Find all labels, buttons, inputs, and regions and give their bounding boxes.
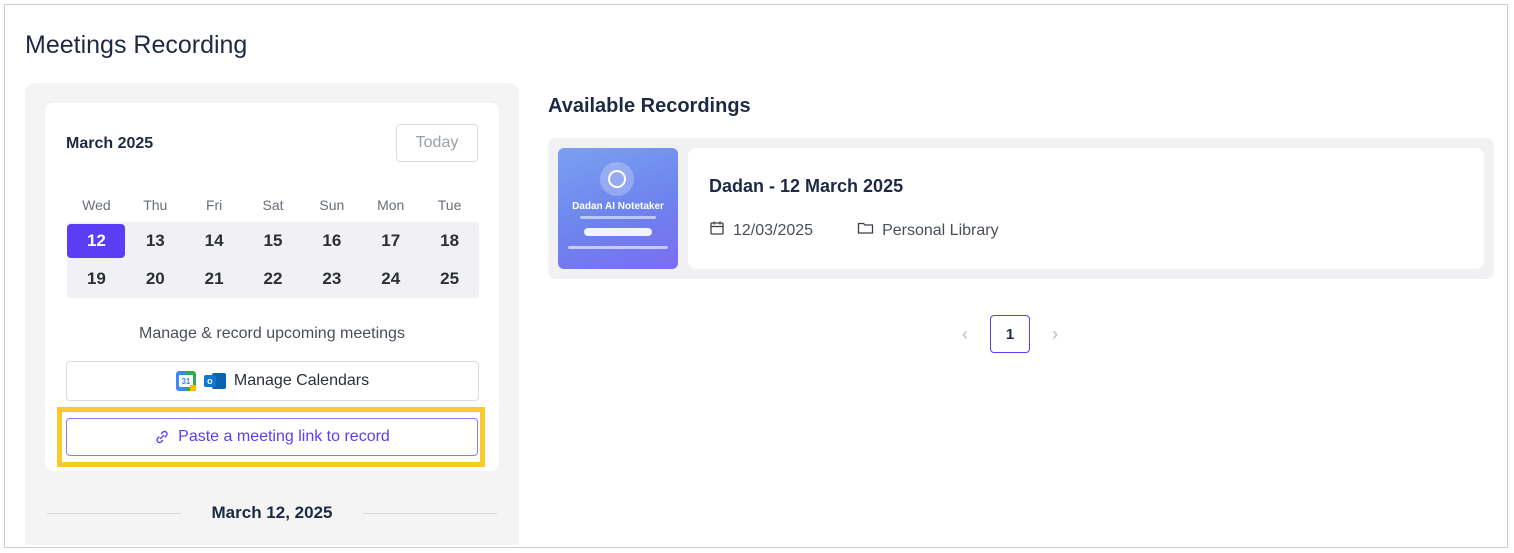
calendar-day[interactable]: 13 (126, 222, 185, 260)
calendar-day[interactable]: 25 (420, 260, 479, 298)
folder-icon (857, 220, 874, 241)
calendar-month-label: March 2025 (66, 135, 154, 152)
calendar-day[interactable]: 14 (185, 222, 244, 260)
app-frame: Meetings Recording March 2025 Today Wed … (4, 4, 1508, 548)
weekday-label: Wed (82, 197, 111, 213)
notetaker-logo-icon (600, 162, 634, 196)
manage-calendars-label: Manage Calendars (233, 372, 370, 389)
outlook-icon-letter: o (203, 375, 216, 387)
calendar-day-grid: 12 13 14 15 16 17 18 19 20 21 22 23 24 2… (67, 222, 479, 298)
calendar-day-number: 12 (67, 224, 126, 258)
weekday-label: Tue (437, 197, 462, 213)
available-recordings-title: Available Recordings (548, 95, 751, 117)
google-calendar-icon-date: 31 (178, 375, 193, 387)
recording-title: Dadan - 12 March 2025 (709, 176, 904, 196)
thumbnail-title: Dadan AI Notetaker (572, 201, 664, 212)
weekday-label: Sun (319, 197, 345, 213)
recording-meta: 12/03/2025 Personal Library (709, 220, 999, 241)
calendar-panel: March 2025 Today Wed Thu Fri Sat Sun Mon… (25, 83, 519, 545)
page-title: Meetings Recording (25, 31, 248, 59)
recording-date-text: 12/03/2025 (733, 221, 814, 239)
paste-meeting-link-label: Paste a meeting link to record (178, 428, 390, 445)
manage-calendars-button[interactable]: 31 o Manage Calendars (66, 361, 479, 401)
calendar-day[interactable]: 19 (67, 260, 126, 298)
recording-library: Personal Library (857, 220, 999, 241)
calendar-day[interactable]: 17 (361, 222, 420, 260)
previous-page-icon[interactable]: ‹ (958, 324, 972, 345)
paste-meeting-link-button[interactable]: Paste a meeting link to record (66, 418, 478, 456)
outlook-icon: o (203, 371, 226, 391)
calendar-day-selected[interactable]: 12 (67, 222, 126, 260)
google-calendar-icon: 31 (175, 371, 196, 391)
selected-date-divider: March 12, 2025 (47, 503, 497, 523)
recording-date: 12/03/2025 (709, 220, 813, 241)
upcoming-meetings-text: Manage & record upcoming meetings (139, 325, 405, 342)
link-icon (154, 429, 170, 445)
next-page-icon[interactable]: › (1048, 324, 1062, 345)
calendar-day[interactable]: 24 (361, 260, 420, 298)
calendar-day[interactable]: 22 (244, 260, 303, 298)
calendar-day[interactable]: 18 (420, 222, 479, 260)
pagination: ‹ 1 › (958, 315, 1062, 353)
recording-list-item[interactable]: Dadan AI Notetaker Dadan - 12 March 2025 (548, 138, 1494, 279)
today-button[interactable]: Today (396, 124, 478, 162)
weekday-label: Mon (377, 197, 405, 213)
recording-library-text: Personal Library (882, 221, 999, 239)
calendar-day[interactable]: 20 (126, 260, 185, 298)
page-number-button[interactable]: 1 (990, 315, 1030, 353)
recording-thumbnail: Dadan AI Notetaker (558, 148, 678, 269)
weekday-header: Wed Thu Fri Sat Sun Mon Tue (67, 197, 479, 213)
calendar-day[interactable]: 15 (244, 222, 303, 260)
weekday-label: Sat (262, 197, 284, 213)
weekday-label: Thu (143, 197, 168, 213)
calendar-day[interactable]: 23 (302, 260, 361, 298)
calendar-day[interactable]: 16 (302, 222, 361, 260)
calendar-card: March 2025 Today Wed Thu Fri Sat Sun Mon… (45, 103, 499, 471)
weekday-label: Fri (205, 197, 223, 213)
recording-card[interactable]: Dadan - 12 March 2025 12/03/2025 Persona… (688, 148, 1484, 269)
calendar-day[interactable]: 21 (185, 260, 244, 298)
calendar-icon (709, 220, 725, 241)
